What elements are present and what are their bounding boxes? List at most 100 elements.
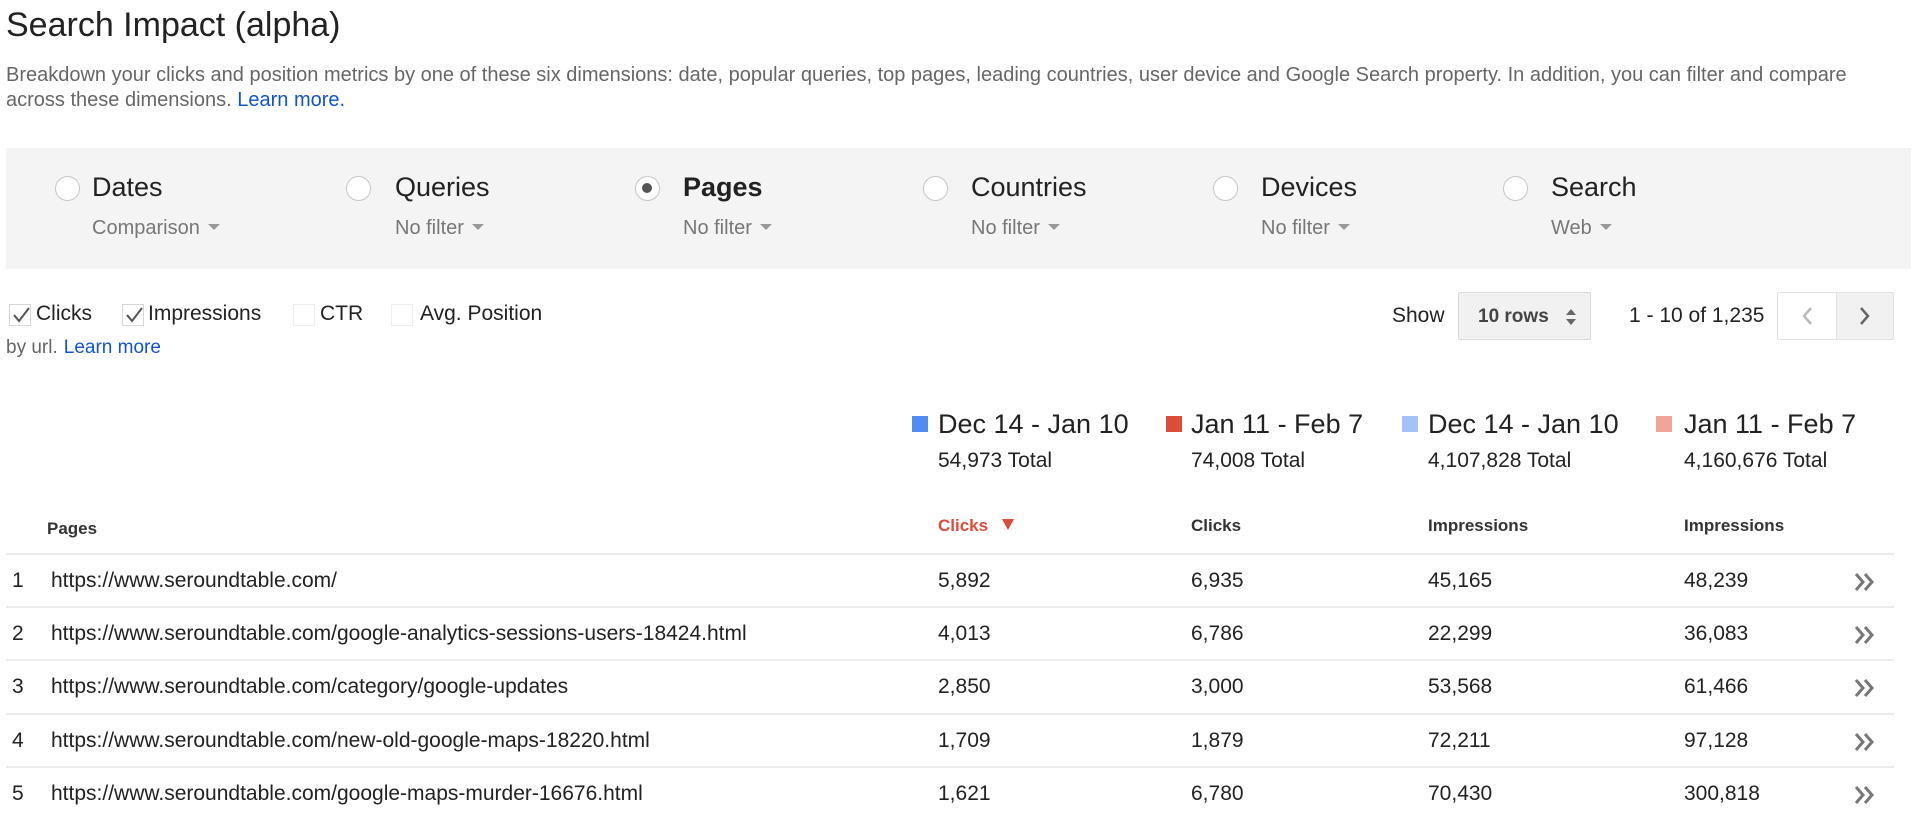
row-page-url[interactable]: https://www.seroundtable.com/google-maps… <box>51 782 643 806</box>
checkbox-avg-position[interactable] <box>391 304 413 326</box>
radio-search[interactable] <box>1503 176 1528 201</box>
prev-page-button[interactable] <box>1778 293 1836 339</box>
checkbox-impressions[interactable] <box>122 304 144 326</box>
radio-dates[interactable] <box>55 176 80 201</box>
checkmark-icon <box>126 307 143 323</box>
radio-devices[interactable] <box>1213 176 1238 201</box>
cell-impressions-period1: 72,211 <box>1428 729 1491 752</box>
search-filter-value: Web <box>1551 217 1592 239</box>
row-number: 1 <box>12 569 24 592</box>
cell-clicks-period2: 1,879 <box>1191 729 1244 752</box>
double-chevron-right-icon <box>1854 626 1874 644</box>
dimension-label-devices[interactable]: Devices <box>1261 172 1357 203</box>
column-header-clicks-period2[interactable]: Clicks <box>1191 516 1241 536</box>
caret-down-icon <box>1599 223 1612 230</box>
cell-impressions-period2: 36,083 <box>1684 622 1749 645</box>
rows-per-page-select[interactable]: 10 rows <box>1458 292 1591 340</box>
column-header-label: Clicks <box>938 516 989 535</box>
legend-swatch-impressions-period1 <box>1402 416 1418 432</box>
legend-range-impressions-period2: Jan 11 - Feb 7 <box>1684 409 1857 439</box>
row-divider <box>6 659 1894 661</box>
rows-per-page-value: 10 rows <box>1478 306 1549 327</box>
dates-filter-dropdown[interactable]: Comparison <box>92 217 220 240</box>
devices-filter-value: No filter <box>1261 217 1330 239</box>
sort-descending-icon <box>1002 519 1015 531</box>
checkbox-ctr[interactable] <box>293 304 315 326</box>
note-learn-more-link[interactable]: Learn more <box>64 337 161 358</box>
radio-pages[interactable] <box>635 176 660 201</box>
legend-range-impressions-period1: Dec 14 - Jan 10 <box>1428 409 1619 439</box>
row-page-url[interactable]: https://www.seroundtable.com/google-anal… <box>51 622 747 646</box>
checkbox-label-clicks[interactable]: Clicks <box>36 302 92 326</box>
cell-impressions-period2: 97,128 <box>1684 729 1749 752</box>
row-number: 2 <box>12 622 24 645</box>
radio-queries[interactable] <box>346 176 371 201</box>
cell-clicks-period1: 5,892 <box>938 569 991 592</box>
pager <box>1777 292 1894 340</box>
cell-clicks-period1: 2,850 <box>938 675 991 698</box>
column-header-pages[interactable]: Pages <box>47 519 97 539</box>
row-detail-button[interactable] <box>1852 570 1878 594</box>
checkmark-icon <box>13 307 30 323</box>
queries-filter-dropdown[interactable]: No filter <box>395 217 484 240</box>
row-page-url[interactable]: https://www.seroundtable.com/new-old-goo… <box>51 729 650 753</box>
row-page-url[interactable]: https://www.seroundtable.com/ <box>51 569 337 593</box>
queries-filter-value: No filter <box>395 217 464 239</box>
dimension-label-dates[interactable]: Dates <box>92 172 163 203</box>
row-detail-button[interactable] <box>1852 676 1878 700</box>
row-detail-button[interactable] <box>1852 623 1878 647</box>
column-header-impressions-period1[interactable]: Impressions <box>1428 516 1528 536</box>
checkbox-label-ctr[interactable]: CTR <box>320 302 363 326</box>
aggregation-note: by url. Learn more <box>6 337 161 359</box>
cell-clicks-period2: 3,000 <box>1191 675 1244 698</box>
row-detail-button[interactable] <box>1852 730 1878 754</box>
show-label: Show <box>1392 304 1445 327</box>
search-filter-dropdown[interactable]: Web <box>1551 217 1612 240</box>
legend-total-clicks-period2: 74,008 Total <box>1191 449 1306 472</box>
learn-more-link[interactable]: Learn more. <box>237 89 345 111</box>
devices-filter-dropdown[interactable]: No filter <box>1261 217 1350 240</box>
legend-swatch-clicks-period2 <box>1166 416 1182 432</box>
checkbox-clicks[interactable] <box>9 304 31 326</box>
checkbox-label-avg-position[interactable]: Avg. Position <box>420 302 542 326</box>
caret-down-icon <box>207 223 220 230</box>
row-detail-button[interactable] <box>1852 783 1878 807</box>
caret-down-icon <box>759 223 772 230</box>
column-header-clicks-period1[interactable]: Clicks <box>938 516 1015 536</box>
cell-clicks-period2: 6,780 <box>1191 782 1244 805</box>
double-chevron-right-icon <box>1854 573 1874 591</box>
row-divider <box>6 553 1894 555</box>
cell-impressions-period1: 70,430 <box>1428 782 1493 805</box>
pages-filter-dropdown[interactable]: No filter <box>683 217 772 240</box>
radio-countries[interactable] <box>923 176 948 201</box>
row-divider <box>6 766 1894 768</box>
legend-swatch-impressions-period2 <box>1656 416 1672 432</box>
pages-filter-value: No filter <box>683 217 752 239</box>
legend-total-impressions-period1: 4,107,828 Total <box>1428 449 1572 472</box>
note-text: by url. <box>6 337 58 358</box>
row-page-url[interactable]: https://www.seroundtable.com/category/go… <box>51 675 568 699</box>
cell-impressions-period2: 48,239 <box>1684 569 1749 592</box>
countries-filter-value: No filter <box>971 217 1040 239</box>
cell-impressions-period2: 61,466 <box>1684 675 1749 698</box>
caret-down-icon <box>471 223 484 230</box>
column-header-impressions-period2[interactable]: Impressions <box>1684 516 1784 536</box>
dimension-label-pages[interactable]: Pages <box>683 172 763 203</box>
dimension-label-countries[interactable]: Countries <box>971 172 1087 203</box>
row-number: 3 <box>12 675 24 698</box>
legend-range-clicks-period1: Dec 14 - Jan 10 <box>938 409 1129 439</box>
cell-clicks-period1: 1,709 <box>938 729 991 752</box>
cell-impressions-period1: 22,299 <box>1428 622 1493 645</box>
countries-filter-dropdown[interactable]: No filter <box>971 217 1060 240</box>
next-page-button[interactable] <box>1836 293 1893 339</box>
caret-down-icon <box>1047 223 1060 230</box>
row-number: 5 <box>12 782 24 805</box>
double-chevron-right-icon <box>1854 733 1874 751</box>
dimension-panel <box>6 148 1911 269</box>
double-chevron-right-icon <box>1854 786 1874 804</box>
checkbox-label-impressions[interactable]: Impressions <box>148 302 261 326</box>
legend-swatch-clicks-period1 <box>912 416 928 432</box>
dimension-label-queries[interactable]: Queries <box>395 172 490 203</box>
page-range: 1 - 10 of 1,235 <box>1629 304 1765 327</box>
dimension-label-search[interactable]: Search <box>1551 172 1637 203</box>
